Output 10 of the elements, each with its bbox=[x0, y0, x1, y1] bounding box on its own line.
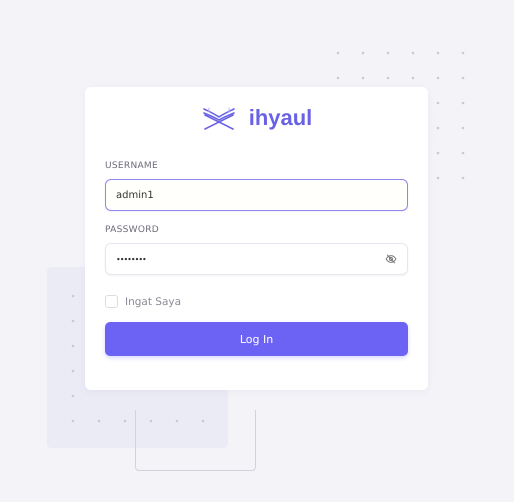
checkbox[interactable] bbox=[105, 295, 118, 308]
field-label: USERNAME bbox=[105, 161, 159, 171]
login-button[interactable]: Log In bbox=[105, 322, 408, 356]
eye-slash-icon[interactable] bbox=[385, 253, 397, 265]
logo-text: ihyaul bbox=[248, 105, 312, 131]
field-label: PASSWORD bbox=[105, 225, 160, 235]
checkbox-label: Ingat Saya bbox=[125, 296, 182, 308]
username-field[interactable]: admin1 bbox=[105, 179, 408, 211]
book-stand-icon bbox=[200, 105, 237, 131]
password-field[interactable]: •••••••• bbox=[105, 243, 408, 275]
